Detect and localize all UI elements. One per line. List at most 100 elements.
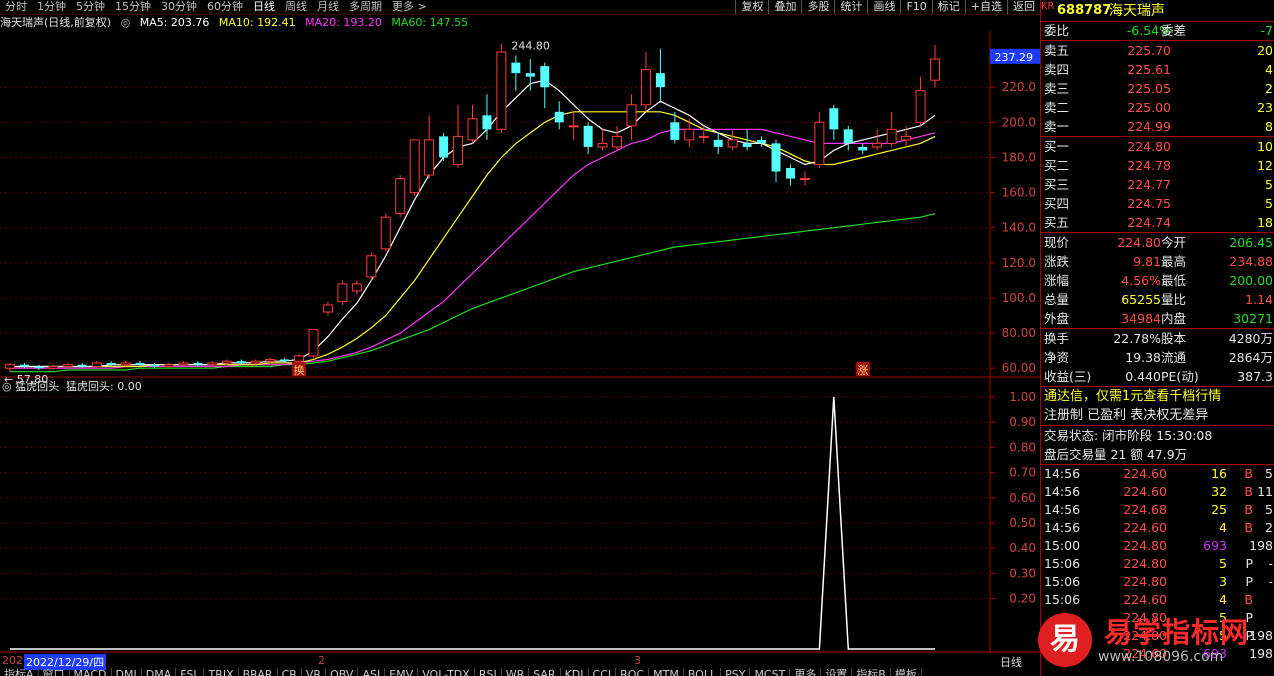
indicator-tab-5[interactable]: FSL [176,668,205,676]
stat-row: 涨幅 4.56% 最低 200.00 [1041,271,1274,290]
indicator-tab-12[interactable]: EMV [385,668,419,676]
period-tab-2[interactable]: 5分钟 [71,0,110,14]
buy-level[interactable]: 买五 224.74 18 [1041,213,1274,232]
stat-row: 收益(三) 0.440 PE(动) 387.3 [1041,367,1274,386]
period-tab-8[interactable]: 月线 [312,0,344,14]
tick-flag: B [1244,520,1253,535]
period-tab-1[interactable]: 1分钟 [32,0,71,14]
indicator-tab-27[interactable]: 模板 [890,668,922,676]
tick-price: 224.60 [1123,466,1167,481]
ma10-line [10,111,936,368]
candle [640,52,651,112]
indicator-tab-16[interactable]: SAR [529,668,561,676]
candle [684,118,695,147]
indicator-tab-21[interactable]: BOLL [683,668,722,676]
settings-icon[interactable]: ◎ [121,16,131,29]
stat-label: 总量 [1044,292,1070,307]
indicator-tab-9[interactable]: VR [301,668,327,676]
indicator-tab-4[interactable]: DMA [141,668,177,676]
indicator-tab-3[interactable]: DMI [111,668,142,676]
tick-count: 5 [1265,466,1273,481]
y-tick-label: 180.0 [1002,150,1036,164]
indicator-tab-18[interactable]: CCI [588,668,617,676]
toolbar-button-3[interactable]: 统计 [834,0,867,14]
toolbar-button-7[interactable]: +自选 [964,0,1007,14]
tick-time: 14:56 [1044,466,1081,481]
tick-time: 15:06 [1044,574,1081,589]
indicator-tab-10[interactable]: OBV [326,668,359,676]
ind-y-tick-label: 0.40 [1009,541,1036,555]
period-tab-6[interactable]: 日线 [248,0,280,14]
stat-value: 0.440 [1125,369,1161,384]
kline-chart[interactable]: 220.0 200.0 180.0 160.0 140.0 120.0 100.0 80.00… [0,31,1040,654]
toolbar-button-0[interactable]: 复权 [735,0,768,14]
period-tab-3[interactable]: 15分钟 [110,0,156,14]
indicator-tab-22[interactable]: PSY [721,668,751,676]
indicator-tab-0[interactable]: 指标A [0,668,39,676]
indicator-tab-7[interactable]: BRAR [238,668,278,676]
tick-time: 14:56 [1044,484,1081,499]
level-label: 买一 [1044,139,1070,154]
candle [294,354,305,363]
candle [19,362,29,369]
buy-level[interactable]: 买四 224.75 5 [1041,194,1274,213]
high-label: 244.80 [511,40,550,53]
indicator-tab-1[interactable]: 窗口 [38,668,70,676]
indicator-tab-2[interactable]: MACD [69,668,112,676]
promo-info: 注册制 已盈利 表决权无差异 [1041,406,1274,425]
stat-label: 收益(三) [1044,369,1092,384]
stat-label: PE(动) [1161,369,1199,384]
period-tab-7[interactable]: 周线 [280,0,312,14]
period-tab-5[interactable]: 60分钟 [202,0,248,14]
toolbar-button-1[interactable]: 叠加 [768,0,801,14]
sell-level[interactable]: 卖二 225.00 23 [1041,98,1274,117]
indicator-tab-14[interactable]: RSI [474,668,502,676]
indicator-tab-20[interactable]: MTM [649,668,684,676]
period-tab-0[interactable]: 分时 [0,0,32,14]
indicator-tab-11[interactable]: ASI [358,668,386,676]
candle [424,115,435,179]
candle [583,122,593,154]
toolbar-button-5[interactable]: F10 [900,0,931,14]
period-tab-4[interactable]: 30分钟 [156,0,202,14]
indicator-tab-8[interactable]: CR [277,668,302,676]
indicator-tab-24[interactable]: 更多 [790,668,822,676]
candle [597,129,608,151]
indicator-tab-19[interactable]: ROC [616,668,650,676]
stat-label: 股本 [1161,331,1187,346]
candle [409,139,420,197]
promo-link[interactable]: 通达信，仅需1元查看千档行情 [1041,387,1274,406]
indicator-tab-6[interactable]: TRIX [204,668,239,676]
tick-volume: 16 [1211,466,1227,481]
indicator-tab-26[interactable]: 指标B [852,668,891,676]
watermark-logo: 易 易学指标网 www.108096.com [1036,603,1274,676]
after-hours-text: 盘后交易量 21 额 47.9万 [1044,447,1188,462]
sell-level[interactable]: 卖三 225.05 2 [1041,79,1274,98]
candle [193,361,203,367]
toolbar-button-2[interactable]: 多股 [801,0,834,14]
sell-level[interactable]: 卖五 225.70 20 [1041,41,1274,60]
indicator-tab-25[interactable]: 设置 [821,668,853,676]
level-volume: 8 [1265,119,1273,134]
indicator-tab-17[interactable]: KDJ [560,668,589,676]
indicator-tab-15[interactable]: WR [501,668,530,676]
period-tab-10[interactable]: 更多 > [387,0,432,14]
stat-row: 总量 65255 量比 1.14 [1041,290,1274,309]
toolbar-button-6[interactable]: 标记 [931,0,965,14]
indicator-tab-23[interactable]: MCST [750,668,791,676]
buy-level[interactable]: 买二 224.78 12 [1041,156,1274,175]
sell-level[interactable]: 卖一 224.99 8 [1041,117,1274,136]
sell-level[interactable]: 卖四 225.61 4 [1041,60,1274,79]
candle [221,359,232,365]
indicator-tab-13[interactable]: VOL-TDX [418,668,475,676]
tick-count: 11 [1257,484,1273,499]
toolbar-button-8[interactable]: 返回 [1007,0,1040,14]
buy-level[interactable]: 买一 224.80 10 [1041,137,1274,156]
buy-level[interactable]: 买三 224.77 5 [1041,175,1274,194]
stat-label: 流通 [1161,350,1187,365]
toolbar-button-4[interactable]: 画线 [867,0,900,14]
period-tab-9[interactable]: 多周期 [344,0,387,14]
candle [496,43,507,133]
period-button[interactable]: 日线 [1000,654,1022,670]
quote-panel: KR 688787 海天瑞声 委比 -6.54% 委差 -7 卖五 225.70 20 卖四 225.… [1040,0,1274,676]
